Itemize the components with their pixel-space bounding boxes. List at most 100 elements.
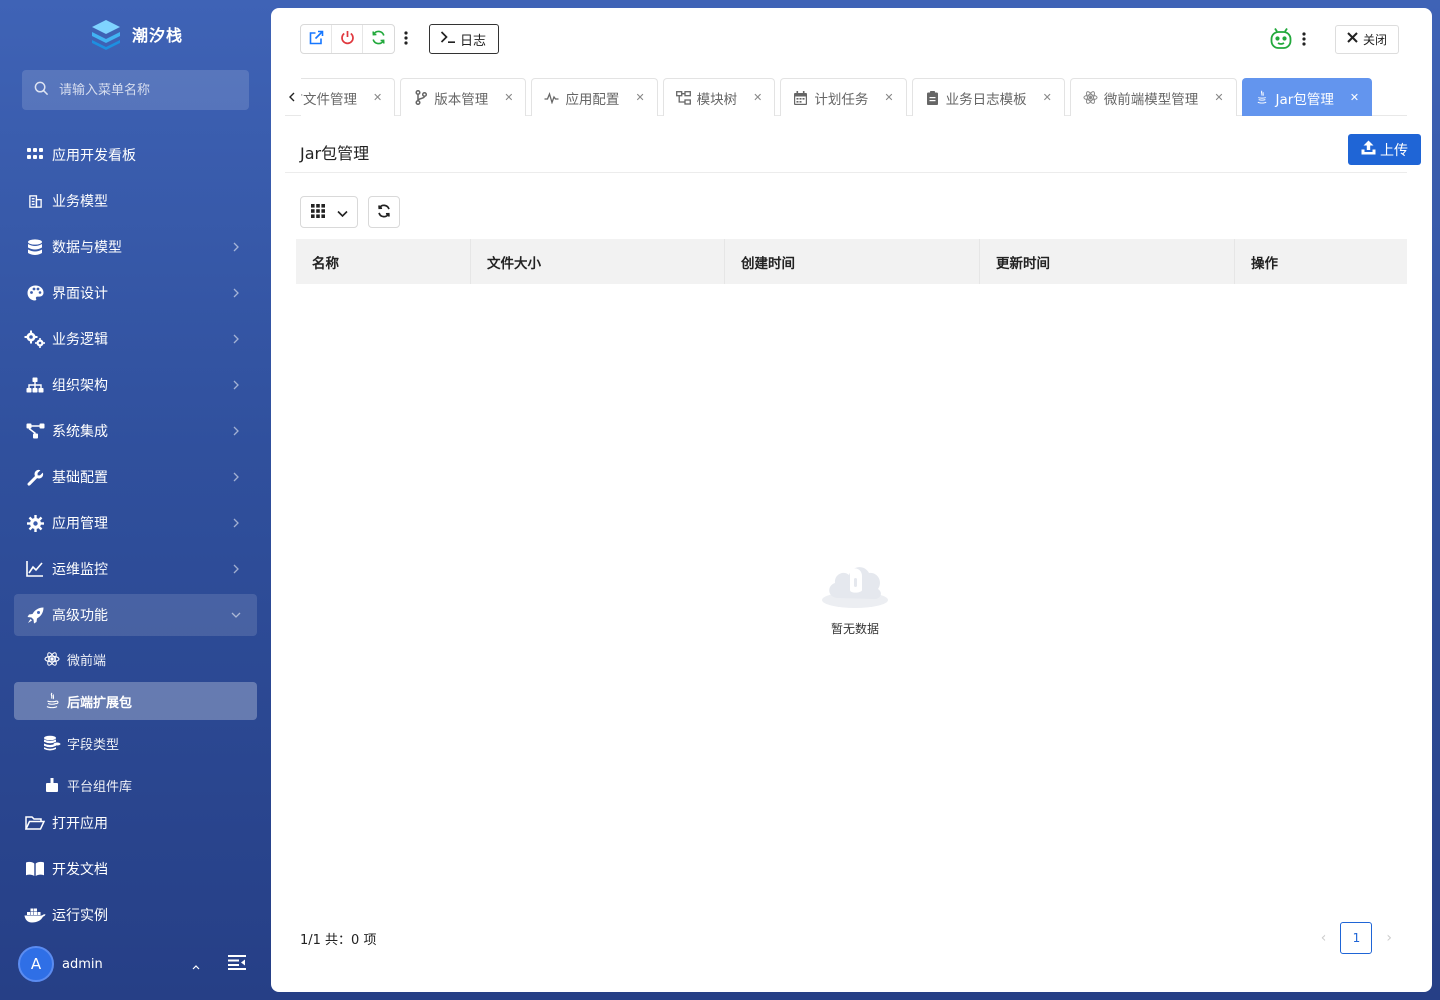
wrench-icon	[24, 466, 46, 488]
tab-close-icon[interactable]: ✕	[635, 91, 644, 104]
tab-label: 版本管理	[434, 91, 489, 108]
sidebar-item-label: 界面设计	[52, 286, 108, 302]
java-icon	[42, 691, 62, 711]
upload-button[interactable]: 上传	[1348, 134, 1421, 165]
more-actions-right-button[interactable]	[1293, 24, 1315, 54]
tab-close-icon[interactable]: ✕	[884, 91, 893, 104]
tab-close-icon[interactable]: ✕	[504, 91, 513, 104]
tab-jar-management[interactable]: Jar包管理 ✕	[1241, 78, 1373, 116]
atom-icon	[42, 649, 62, 669]
tab-micro-frontend-models[interactable]: 微前端模型管理 ✕	[1069, 78, 1237, 116]
sidebar-item-business-model[interactable]: 业务模型	[14, 180, 257, 222]
sidebar-subitem-micro-frontend[interactable]: 微前端	[14, 640, 257, 678]
chevron-right-icon	[233, 334, 239, 344]
sidebar-item-base-config[interactable]: 基础配置	[14, 456, 257, 498]
org-chart-icon	[24, 374, 46, 396]
log-button[interactable]: 日志	[429, 24, 500, 54]
empty-text: 暂无数据	[830, 622, 879, 636]
sidebar-subitem-label: 平台组件库	[67, 779, 133, 793]
tab-language-files[interactable]: 语言文件管理 ✕	[301, 78, 396, 116]
pagination: ‹ 1 ›	[1321, 922, 1392, 954]
grid-icon	[24, 144, 46, 166]
tree-icon	[675, 90, 691, 105]
sidebar-item-instances[interactable]: 运行实例	[14, 894, 257, 936]
sidebar-item-ops-monitor[interactable]: 运维监控	[14, 548, 257, 590]
sidebar-item-label: 运维监控	[52, 562, 108, 578]
sidebar-subitem-label: 后端扩展包	[67, 695, 133, 711]
robot-icon[interactable]	[1269, 27, 1293, 51]
tab-app-config[interactable]: 应用配置 ✕	[531, 78, 658, 116]
tab-label: 计划任务	[814, 91, 869, 108]
page-title: Jar包管理	[300, 144, 370, 163]
upload-button-label: 上传	[1380, 142, 1408, 159]
menu-search[interactable]	[22, 70, 249, 110]
chevron-left-icon	[289, 92, 295, 102]
tab-business-log-template[interactable]: 业务日志模板 ✕	[911, 78, 1065, 116]
tab-close-icon[interactable]: ✕	[1350, 91, 1359, 104]
column-header-created[interactable]: 创建时间	[725, 239, 980, 284]
tabs-scroll-left-button[interactable]	[285, 78, 299, 116]
tab-version-management[interactable]: 版本管理 ✕	[400, 78, 527, 116]
column-header-updated[interactable]: 更新时间	[980, 239, 1235, 284]
sidebar-item-ui-design[interactable]: 界面设计	[14, 272, 257, 314]
more-actions-button[interactable]	[395, 24, 417, 54]
chevron-up-icon[interactable]	[190, 958, 202, 977]
chevron-right-icon	[233, 426, 239, 436]
chevron-right-icon	[233, 242, 239, 252]
tab-close-icon[interactable]: ✕	[1214, 91, 1223, 104]
app-logo[interactable]: 潮汐栈	[90, 18, 183, 50]
open-external-button[interactable]	[301, 25, 332, 53]
power-icon	[340, 30, 355, 49]
terminal-icon	[440, 30, 456, 48]
prev-page-icon[interactable]: ‹	[1321, 930, 1327, 946]
sidebar-item-dashboard[interactable]: 应用开发看板	[14, 134, 257, 176]
user-menu[interactable]: A admin	[18, 946, 254, 982]
refresh-button[interactable]	[368, 196, 400, 228]
tab-scheduled-tasks[interactable]: 计划任务 ✕	[780, 78, 907, 116]
sidebar-item-label: 组织架构	[52, 378, 108, 394]
tab-label: 语言文件管理	[301, 91, 357, 108]
sidebar-item-app-management[interactable]: 应用管理	[14, 502, 257, 544]
sidebar-item-integration[interactable]: 系统集成	[14, 410, 257, 452]
table-header: 名称 文件大小 创建时间 更新时间 操作	[296, 239, 1407, 284]
chevron-right-icon	[233, 288, 239, 298]
calendar-icon	[793, 90, 808, 105]
close-button-label: 关闭	[1362, 32, 1387, 47]
next-page-icon[interactable]: ›	[1386, 930, 1392, 946]
sidebar-item-label: 高级功能	[52, 608, 108, 624]
tab-close-icon[interactable]: ✕	[1043, 91, 1052, 104]
stop-button[interactable]	[332, 25, 363, 53]
sidebar-item-docs[interactable]: 开发文档	[14, 848, 257, 890]
sidebar-item-data-model[interactable]: 数据与模型	[14, 226, 257, 268]
column-header-actions: 操作	[1251, 255, 1278, 272]
close-button[interactable]: 关闭	[1334, 24, 1399, 54]
app-actions-group	[300, 24, 395, 54]
sidebar-subitem-field-types[interactable]: 字段类型	[14, 724, 257, 762]
upload-icon	[1361, 140, 1376, 159]
palette-icon	[24, 282, 46, 304]
sidebar-subitem-backend-extension[interactable]: 后端扩展包	[14, 682, 257, 720]
sidebar-item-business-logic[interactable]: 业务逻辑	[14, 318, 257, 360]
sidebar-item-org[interactable]: 组织架构	[14, 364, 257, 406]
collapse-sidebar-icon[interactable]	[228, 954, 246, 974]
sidebar-item-open-app[interactable]: 打开应用	[14, 802, 257, 844]
search-icon	[34, 81, 49, 100]
tab-close-icon[interactable]: ✕	[373, 91, 382, 104]
page-number-button[interactable]: 1	[1340, 922, 1373, 954]
column-header-name[interactable]: 名称	[296, 239, 471, 284]
sidebar-item-advanced[interactable]: 高级功能	[14, 594, 257, 636]
column-header-size[interactable]: 文件大小	[471, 239, 725, 284]
grid-view-icon	[310, 203, 325, 222]
avatar[interactable]: A	[18, 946, 54, 982]
tab-label: 应用配置	[565, 91, 620, 108]
tab-close-icon[interactable]: ✕	[753, 91, 762, 104]
restart-button[interactable]	[363, 25, 394, 53]
tab-module-tree[interactable]: 模块树 ✕	[662, 78, 776, 116]
sidebar-subitem-component-library[interactable]: 平台组件库	[14, 766, 257, 792]
sidebar-item-label: 业务逻辑	[52, 332, 108, 348]
view-mode-dropdown[interactable]	[300, 196, 358, 228]
tab-label: Jar包管理	[1275, 91, 1334, 108]
menu-search-input[interactable]	[59, 82, 239, 98]
close-icon	[1347, 32, 1358, 46]
sidebar-item-label: 业务模型	[52, 194, 108, 210]
